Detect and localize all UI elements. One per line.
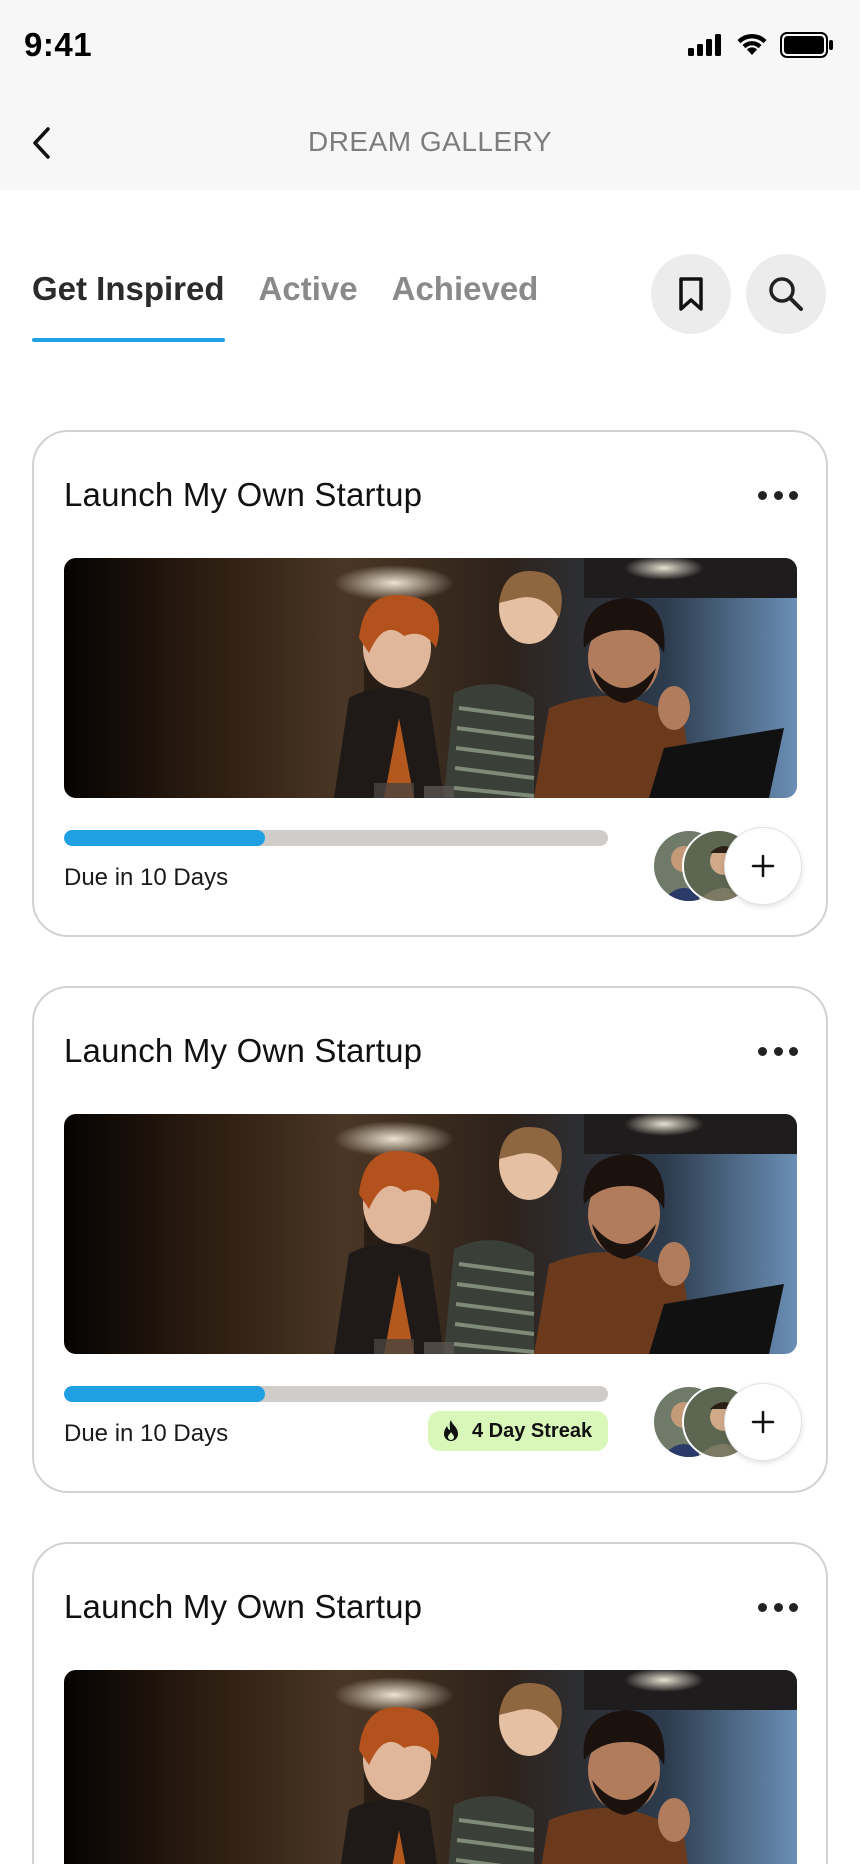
goal-card[interactable]: Launch My Own Startup bbox=[32, 986, 828, 1493]
dot-icon bbox=[758, 1602, 767, 1612]
dot-icon bbox=[789, 490, 798, 500]
progress-bar bbox=[64, 1386, 608, 1402]
flame-icon bbox=[444, 1420, 458, 1441]
page-title: DREAM GALLERY bbox=[307, 126, 553, 157]
plus-icon bbox=[751, 854, 775, 878]
dot-icon bbox=[789, 1046, 798, 1056]
wifi-icon bbox=[737, 33, 767, 55]
card-title: Launch My Own Startup bbox=[64, 1032, 423, 1069]
dot-icon bbox=[773, 1046, 783, 1056]
dot-icon bbox=[758, 490, 767, 500]
dot-icon bbox=[773, 1602, 783, 1612]
more-options-button[interactable] bbox=[758, 1036, 798, 1066]
member-avatars bbox=[652, 1383, 802, 1461]
goal-image bbox=[64, 1114, 797, 1354]
due-date: Due in 10 Days bbox=[64, 1420, 229, 1447]
member-avatars bbox=[652, 827, 802, 905]
search-button[interactable] bbox=[746, 254, 826, 334]
more-options-button[interactable] bbox=[758, 480, 798, 510]
team-photo-image bbox=[64, 558, 797, 798]
status-icons bbox=[688, 32, 834, 58]
card-title: Launch My Own Startup bbox=[64, 1588, 423, 1625]
tab-achieved[interactable]: Achieved bbox=[392, 270, 539, 342]
progress-bar-fill bbox=[64, 830, 266, 846]
add-member-button[interactable] bbox=[724, 827, 802, 905]
add-member-button[interactable] bbox=[724, 1383, 802, 1461]
dot-icon bbox=[758, 1046, 767, 1056]
top-bar: 9:41 DREAM GALLERY bbox=[0, 0, 860, 190]
progress-bar-fill bbox=[64, 1386, 266, 1402]
tab-active[interactable]: Active bbox=[259, 270, 358, 342]
search-icon bbox=[769, 277, 803, 311]
more-options-button[interactable] bbox=[758, 1592, 798, 1622]
plus-icon bbox=[751, 1410, 775, 1434]
goal-image bbox=[64, 558, 797, 798]
dot-icon bbox=[773, 490, 783, 500]
due-date: Due in 10 Days bbox=[64, 864, 229, 891]
progress-bar bbox=[64, 830, 608, 846]
cellular-signal-icon bbox=[688, 34, 721, 56]
team-photo-image bbox=[64, 1670, 797, 1864]
dot-icon bbox=[789, 1602, 798, 1612]
card-title: Launch My Own Startup bbox=[64, 476, 423, 513]
battery-icon bbox=[780, 32, 833, 58]
bookmark-icon bbox=[679, 277, 703, 311]
goal-card[interactable]: Launch My Own Startup bbox=[32, 430, 828, 937]
tab-get-inspired[interactable]: Get Inspired bbox=[32, 270, 225, 342]
bookmark-button[interactable] bbox=[651, 254, 731, 334]
tab-bar: Get Inspired Active Achieved bbox=[32, 270, 538, 342]
goal-image bbox=[64, 1670, 797, 1864]
goal-card[interactable]: Launch My Own Startup bbox=[32, 1542, 828, 1864]
streak-label: 4 Day Streak bbox=[472, 1419, 593, 1442]
status-time: 9:41 bbox=[24, 26, 93, 63]
team-photo-image bbox=[64, 1114, 797, 1354]
streak-badge: 4 Day Streak bbox=[428, 1411, 609, 1451]
